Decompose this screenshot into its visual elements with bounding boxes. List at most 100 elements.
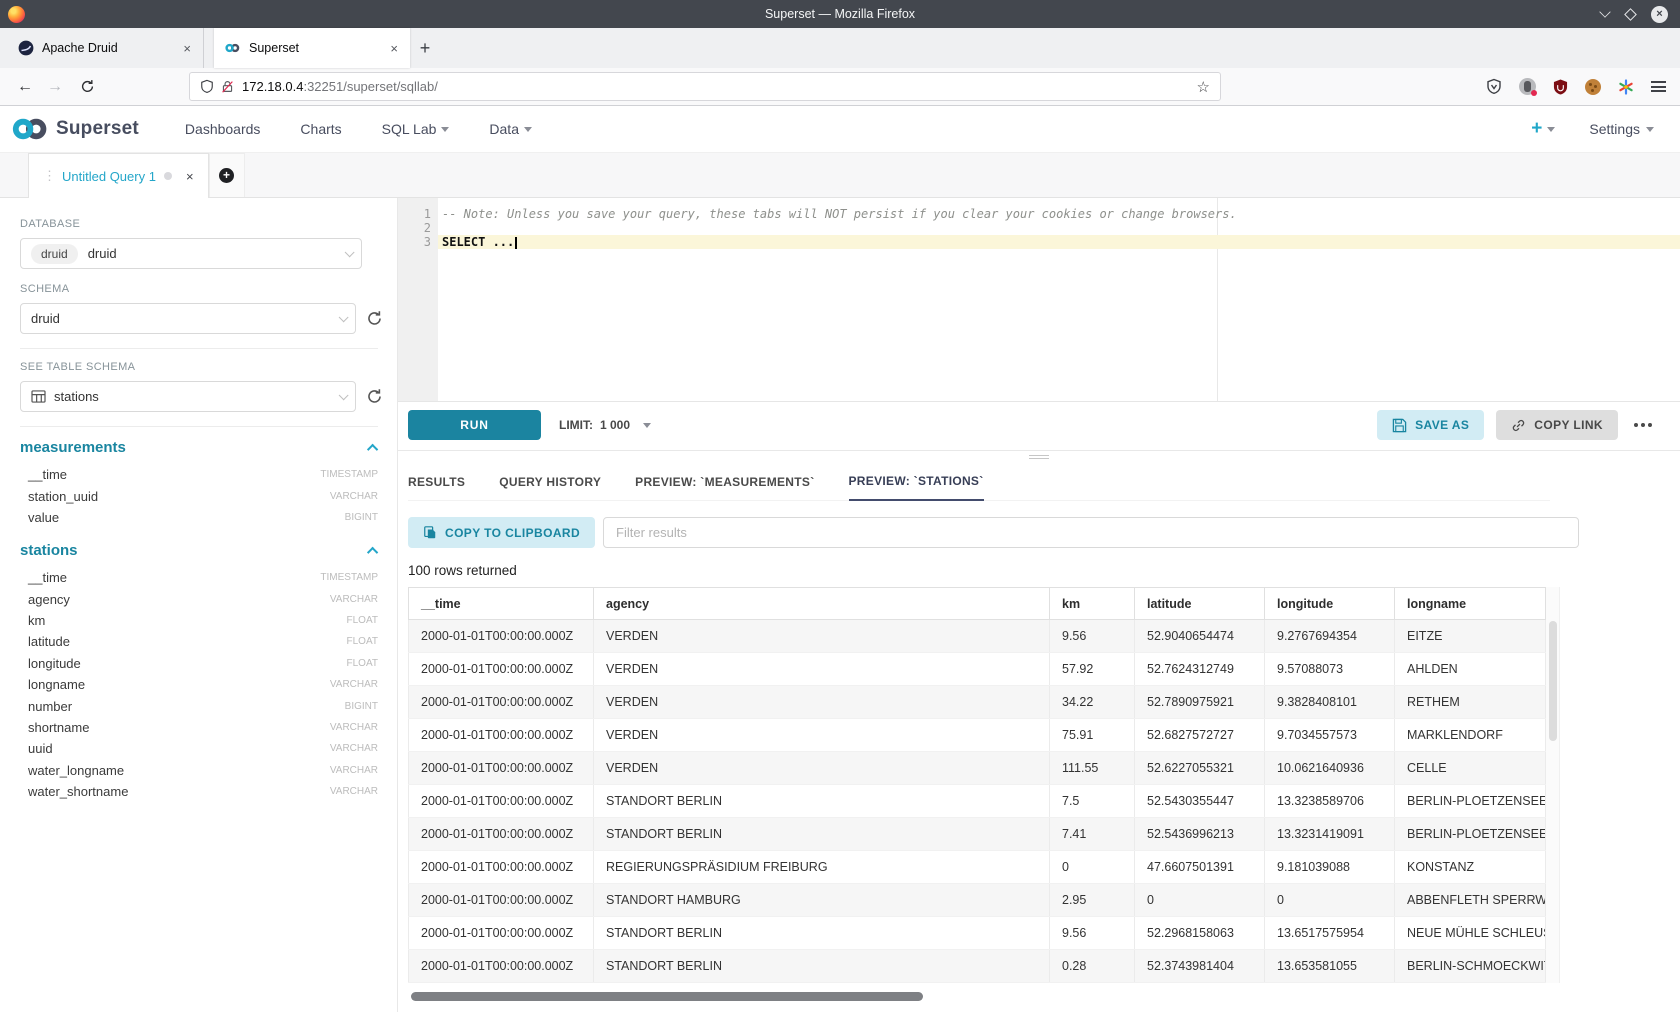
multi-account-icon[interactable]	[1519, 78, 1536, 95]
column-header[interactable]: longname	[1395, 588, 1546, 620]
limit-control[interactable]: LIMIT: 1 000	[559, 418, 651, 432]
vertical-scrollbar[interactable]	[1546, 587, 1560, 983]
tab-close-icon[interactable]: ×	[181, 41, 193, 56]
close-query-tab-icon[interactable]: ×	[186, 169, 194, 184]
editor-gutter: 1 2 3	[398, 198, 438, 401]
cell: 57.92	[1050, 653, 1135, 686]
superset-navbar: Superset Dashboards Charts SQL Lab Data …	[0, 106, 1680, 153]
tab-query-history[interactable]: QUERY HISTORY	[499, 463, 601, 500]
schema-column-row: water_shortnameVARCHAR	[20, 781, 378, 802]
nav-item-sql-lab[interactable]: SQL Lab	[362, 121, 470, 137]
ublock-icon[interactable]	[1553, 79, 1568, 95]
menu-hamburger-icon[interactable]	[1651, 81, 1666, 92]
database-select[interactable]: druid druid	[20, 238, 362, 269]
new-browser-tab-button[interactable]: +	[410, 28, 440, 68]
refresh-schema-icon[interactable]	[366, 310, 383, 327]
chevron-up-icon[interactable]	[367, 443, 378, 454]
filter-results-input[interactable]	[603, 517, 1579, 548]
sql-editor[interactable]: 1 2 3 -- Note: Unless you save your quer…	[398, 198, 1680, 402]
tracking-shield-icon[interactable]	[200, 79, 214, 94]
schema-section-stations[interactable]: stations	[20, 542, 378, 559]
maximize-icon[interactable]	[1624, 8, 1637, 21]
limit-value: 1 000	[600, 418, 630, 432]
tab-preview-stations[interactable]: PREVIEW: `STATIONS`	[849, 464, 984, 501]
pane-splitter[interactable]	[398, 450, 1680, 463]
active-code-line: SELECT ...	[438, 235, 1680, 249]
tab-preview-measurements[interactable]: PREVIEW: `MEASUREMENTS`	[635, 463, 814, 500]
cell: VERDEN	[594, 719, 1050, 752]
column-type: VARCHAR	[330, 743, 378, 754]
tab-results[interactable]: RESULTS	[408, 463, 465, 500]
save-as-button[interactable]: SAVE AS	[1377, 410, 1484, 440]
add-query-tab-button[interactable]: +	[209, 153, 245, 197]
table-schema-select[interactable]: stations	[20, 381, 356, 412]
cell: 9.2767694354	[1265, 620, 1395, 653]
table-row[interactable]: 2000-01-01T00:00:00.000ZSTANDORT BERLIN9…	[409, 917, 1546, 950]
table-row[interactable]: 2000-01-01T00:00:00.000ZVERDEN9.5652.904…	[409, 620, 1546, 653]
table-row[interactable]: 2000-01-01T00:00:00.000ZSTANDORT BERLIN7…	[409, 785, 1546, 818]
close-window-icon[interactable]: ×	[1651, 6, 1668, 23]
schema-select[interactable]: druid	[20, 303, 356, 334]
privacy-shield-icon[interactable]	[1486, 78, 1502, 95]
chevron-up-icon[interactable]	[367, 546, 378, 557]
browser-tab-apache-druid[interactable]: Apache Druid ×	[8, 28, 204, 68]
back-icon[interactable]: ←	[10, 78, 40, 96]
nav-label: Dashboards	[185, 121, 261, 137]
copy-to-clipboard-button[interactable]: COPY TO CLIPBOARD	[408, 517, 595, 548]
cell: BERLIN-SCHMOECKWITZ	[1395, 950, 1546, 983]
pinwheel-extension-icon[interactable]	[1618, 79, 1634, 95]
refresh-table-icon[interactable]	[366, 388, 383, 405]
bookmark-star-icon[interactable]: ☆	[1197, 78, 1210, 96]
column-type: VARCHAR	[330, 765, 378, 776]
copy-link-button[interactable]: COPY LINK	[1496, 410, 1618, 440]
new-item-button[interactable]: +	[1531, 118, 1555, 140]
tab-close-icon[interactable]: ×	[388, 41, 400, 56]
chevron-down-icon	[643, 423, 651, 428]
column-name: __time	[28, 570, 67, 585]
column-header[interactable]: agency	[594, 588, 1050, 620]
insecure-lock-icon[interactable]	[221, 79, 234, 94]
nav-item-dashboards[interactable]: Dashboards	[165, 121, 281, 137]
table-row[interactable]: 2000-01-01T00:00:00.000ZVERDEN75.9152.68…	[409, 719, 1546, 752]
table-row[interactable]: 2000-01-01T00:00:00.000ZSTANDORT BERLIN7…	[409, 818, 1546, 851]
settings-menu[interactable]: Settings	[1589, 121, 1654, 137]
table-row[interactable]: 2000-01-01T00:00:00.000ZSTANDORT HAMBURG…	[409, 884, 1546, 917]
drag-handle-icon[interactable]: ⋮	[43, 168, 54, 184]
column-name: longitude	[28, 656, 81, 671]
table-row[interactable]: 2000-01-01T00:00:00.000ZVERDEN57.9252.76…	[409, 653, 1546, 686]
window-title: Superset — Mozilla Firefox	[0, 7, 1680, 21]
url-host: 172.18.0.4	[242, 79, 303, 94]
cookie-icon[interactable]	[1585, 79, 1601, 95]
clipboard-copy-icon	[423, 525, 437, 540]
column-header[interactable]: longitude	[1265, 588, 1395, 620]
table-row[interactable]: 2000-01-01T00:00:00.000ZVERDEN34.2252.78…	[409, 686, 1546, 719]
cell: 0	[1135, 884, 1265, 917]
table-row[interactable]: 2000-01-01T00:00:00.000ZSTANDORT BERLIN0…	[409, 950, 1546, 983]
table-row[interactable]: 2000-01-01T00:00:00.000ZVERDEN111.5552.6…	[409, 752, 1546, 785]
cell: 2000-01-01T00:00:00.000Z	[409, 620, 594, 653]
run-button[interactable]: RUN	[408, 410, 541, 440]
url-bar[interactable]: 172.18.0.4:32251/superset/sqllab/ ☆	[189, 72, 1221, 101]
column-header[interactable]: km	[1050, 588, 1135, 620]
column-type: VARCHAR	[330, 786, 378, 797]
table-row[interactable]: 2000-01-01T00:00:00.000ZREGIERUNGSPRÄSID…	[409, 851, 1546, 884]
settings-label: Settings	[1589, 121, 1640, 137]
column-header[interactable]: latitude	[1135, 588, 1265, 620]
save-floppy-icon	[1392, 418, 1407, 433]
editor-code-area[interactable]: -- Note: Unless you save your query, the…	[438, 198, 1680, 401]
column-header[interactable]: __time	[409, 588, 594, 620]
column-type: TIMESTAMP	[320, 572, 378, 583]
more-options-icon[interactable]	[1630, 423, 1656, 427]
cell: 52.5436996213	[1135, 818, 1265, 851]
line-number: 3	[398, 235, 431, 249]
schema-section-measurements[interactable]: measurements	[20, 439, 378, 456]
superset-brand[interactable]: Superset	[10, 117, 139, 141]
horizontal-scrollbar[interactable]	[408, 991, 1560, 1002]
nav-item-data[interactable]: Data	[469, 121, 552, 137]
cell: 13.3231419091	[1265, 818, 1395, 851]
nav-item-charts[interactable]: Charts	[280, 121, 361, 137]
browser-tab-superset[interactable]: Superset ×	[214, 28, 410, 68]
reload-icon[interactable]	[80, 79, 95, 94]
minimize-icon[interactable]	[1599, 6, 1610, 17]
query-tab-untitled-query-1[interactable]: ⋮ Untitled Query 1 ×	[28, 153, 209, 198]
